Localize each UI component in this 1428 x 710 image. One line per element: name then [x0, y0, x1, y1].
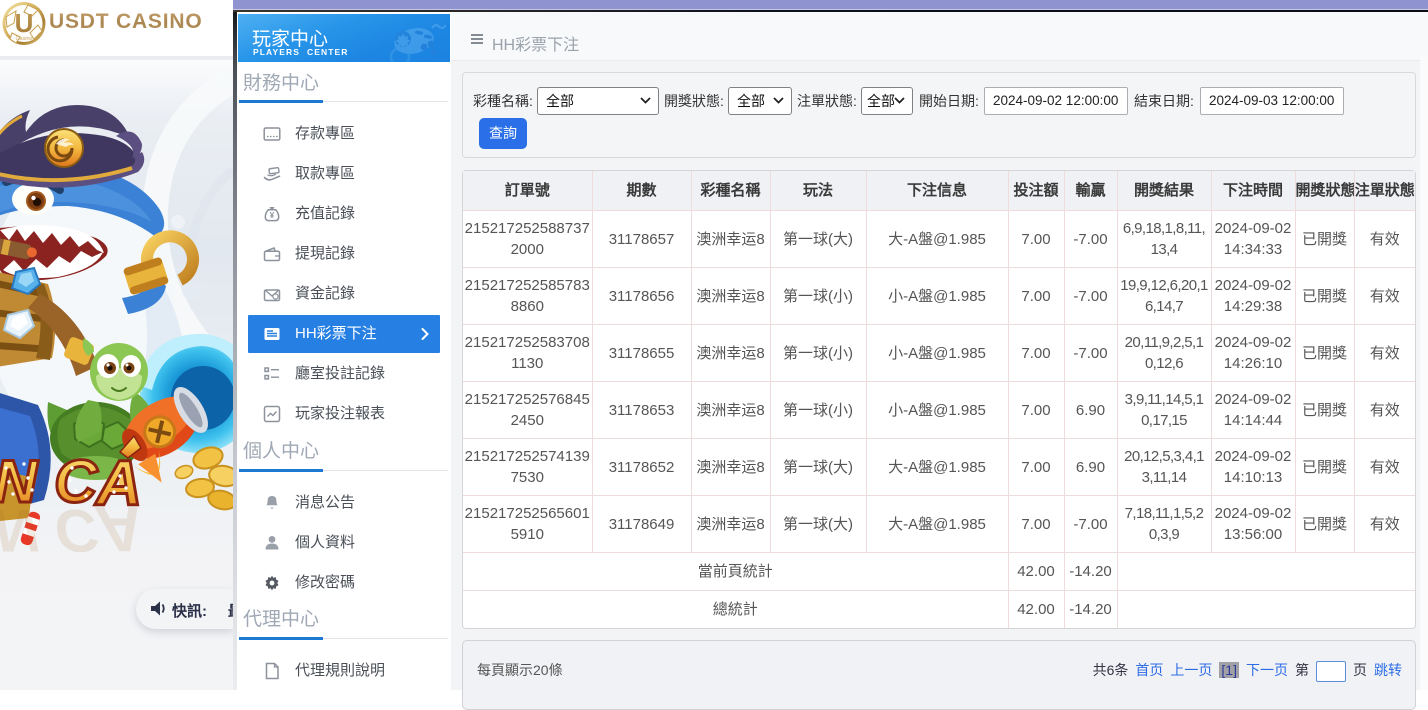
- svg-text:Casino: Casino: [15, 36, 32, 42]
- svg-text:¥: ¥: [270, 211, 275, 220]
- svg-text:U: U: [15, 8, 34, 38]
